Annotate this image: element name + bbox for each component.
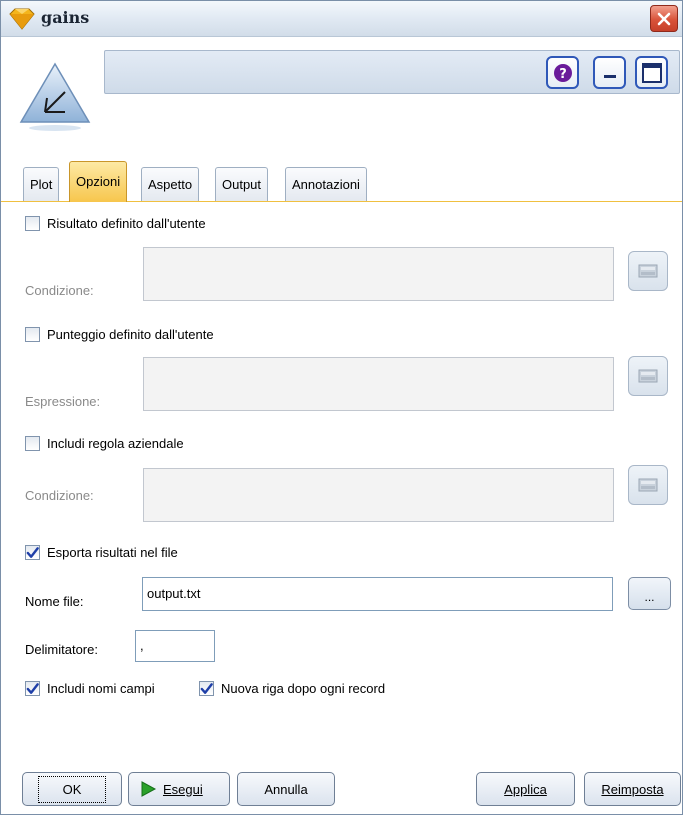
include-field-names-row[interactable]: Includi nomi campi [25,681,155,696]
business-rule-checkbox[interactable] [25,436,40,451]
include-field-names-checkbox[interactable] [25,681,40,696]
tab-opzioni[interactable]: Opzioni [69,161,128,202]
business-rule-expression-builder-button [628,465,668,505]
title-bar[interactable]: gains [1,1,682,37]
user-score-expression-field [143,357,614,411]
maximize-button[interactable] [635,56,668,89]
checkmark-icon [26,682,39,694]
user-score-label: Punteggio definito dall'utente [47,327,214,342]
delimiter-input[interactable]: , [135,630,215,662]
user-result-checkbox[interactable] [25,216,40,231]
newline-after-record-checkbox[interactable] [199,681,214,696]
options-panel: Risultato definito dall'utente Condizion… [1,203,682,763]
user-score-checkbox[interactable] [25,327,40,342]
newline-after-record-row[interactable]: Nuova riga dopo ogni record [199,681,385,696]
help-icon: ? [553,63,572,82]
export-label: Esporta risultati nel file [47,545,178,560]
run-label: Esegui [163,781,203,797]
checkmark-icon [26,546,39,558]
business-rule-condition-field [143,468,614,522]
include-field-names-label: Includi nomi campi [47,681,155,696]
tab-label: Plot [30,177,53,192]
checkmark-icon [200,682,213,694]
tab-aspetto[interactable]: Aspetto [141,167,200,201]
calculator-icon [638,369,658,383]
user-result-condition-label: Condizione: [25,283,94,298]
header-bar: ? [104,50,680,94]
tab-label: Output [222,177,262,192]
minimize-icon [603,74,616,78]
export-row[interactable]: Esporta risultati nel file [25,545,178,560]
tab-label: Aspetto [148,177,193,192]
run-button[interactable]: Esegui [128,772,230,806]
user-score-expression-builder-button [628,356,668,396]
reset-label: Reimposta [601,781,664,797]
maximize-icon [641,62,662,83]
user-result-expression-builder-button [628,251,668,291]
close-button[interactable] [650,5,678,32]
cancel-label: Annulla [264,781,308,797]
tab-label: Opzioni [76,174,121,189]
user-score-expression-label: Espressione: [25,394,101,409]
diamond-node-icon [9,8,35,30]
play-icon [141,781,157,797]
ok-button[interactable]: OK [22,772,122,806]
tab-annotazioni[interactable]: Annotazioni [285,167,367,201]
gains-dialog: gains ? Plot Opzioni Aspetto Output Anno… [0,0,683,815]
business-rule-label: Includi regola aziendale [47,436,184,451]
tab-bar: Plot Opzioni Aspetto Output Annotazioni [1,159,682,202]
svg-text:?: ? [559,67,567,82]
file-name-input[interactable]: output.txt [142,577,613,611]
window-title: gains [41,8,90,27]
user-result-row[interactable]: Risultato definito dall'utente [25,216,206,231]
delimiter-label: Delimitatore: [25,642,98,657]
business-rule-row[interactable]: Includi regola aziendale [25,436,184,451]
apply-button[interactable]: Applica [476,772,575,806]
calculator-icon [638,478,658,492]
browse-button[interactable]: ... [628,577,671,610]
tab-plot[interactable]: Plot [23,167,60,201]
tab-label: Annotazioni [292,177,360,192]
reset-button[interactable]: Reimposta [584,772,681,806]
ok-label: OK [37,775,107,803]
node-header: ? [1,38,682,148]
calculator-icon [638,264,658,278]
user-result-condition-field [143,247,614,301]
evaluation-node-icon [19,62,91,131]
tab-output[interactable]: Output [215,167,269,201]
file-name-label: Nome file: [25,594,84,609]
minimize-button[interactable] [593,56,626,89]
user-result-label: Risultato definito dall'utente [47,216,206,231]
user-score-row[interactable]: Punteggio definito dall'utente [25,327,214,342]
cancel-button[interactable]: Annulla [237,772,335,806]
export-checkbox[interactable] [25,545,40,560]
business-rule-condition-label: Condizione: [25,488,94,503]
newline-after-record-label: Nuova riga dopo ogni record [221,681,386,696]
close-icon [657,12,671,25]
apply-label: Applica [504,781,547,797]
help-button[interactable]: ? [546,56,579,89]
